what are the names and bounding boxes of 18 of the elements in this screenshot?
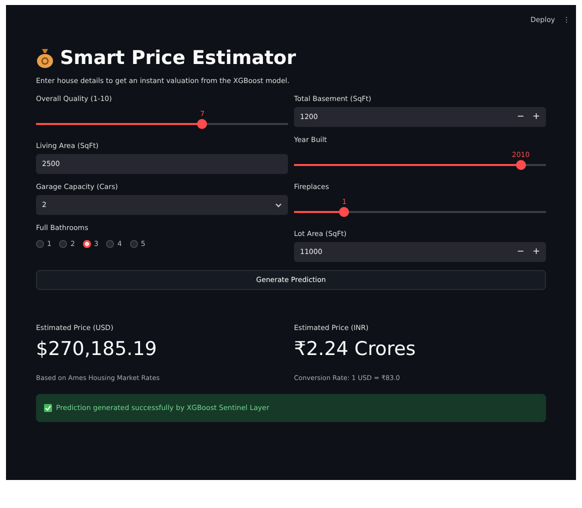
decrement-button[interactable]: − xyxy=(516,112,524,122)
increment-button[interactable]: + xyxy=(532,112,540,122)
increment-button[interactable]: + xyxy=(532,247,540,257)
radio-button[interactable] xyxy=(106,240,114,248)
radio-button[interactable] xyxy=(59,240,68,248)
check-icon xyxy=(44,404,52,412)
slider-thumb[interactable] xyxy=(516,160,526,170)
slider-thumb[interactable] xyxy=(339,207,350,217)
decrement-button[interactable]: − xyxy=(516,247,524,257)
radio-button[interactable] xyxy=(82,240,91,248)
radio-button[interactable] xyxy=(130,240,138,248)
money-bag-icon xyxy=(36,48,54,68)
page-title: Smart Price Estimator xyxy=(60,47,296,69)
slider-thumb[interactable] xyxy=(197,119,208,129)
radio-button[interactable] xyxy=(36,240,44,248)
metric-value: $270,185.19 xyxy=(36,338,158,360)
chevron-down-icon xyxy=(275,202,282,208)
metric-value: ₹2.24 Crores xyxy=(294,338,417,360)
